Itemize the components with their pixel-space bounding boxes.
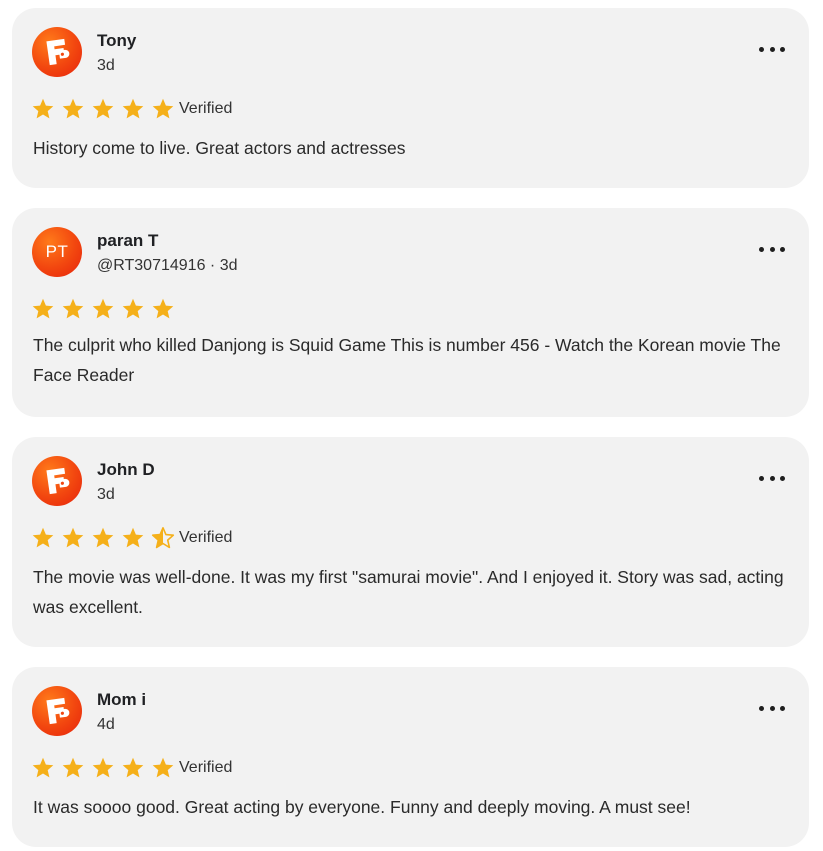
review-card: Tony 3d Verified History come to live. G…	[12, 8, 809, 188]
star-icon	[92, 98, 114, 119]
star-icon	[152, 757, 174, 778]
star-rating	[31, 297, 181, 321]
avatar-initials: PT	[45, 242, 69, 261]
review-date: 4d	[97, 716, 115, 733]
star-rating: Verified	[31, 756, 232, 780]
star-icon	[62, 527, 84, 548]
verified-label: Verified	[179, 529, 233, 546]
star-icon	[32, 98, 54, 119]
fandango-logo-icon	[46, 38, 70, 66]
more-options-icon[interactable]	[759, 473, 785, 483]
half-star-icon	[151, 527, 175, 549]
review-card: John D 3d Verified The movie was well-do…	[12, 437, 809, 647]
star-icon	[62, 98, 84, 119]
star-icon	[122, 527, 144, 548]
avatar[interactable]	[32, 456, 82, 506]
reviewer-name[interactable]: Tony	[97, 31, 136, 51]
more-options-icon[interactable]	[759, 44, 785, 54]
star-rating: Verified	[31, 97, 232, 121]
more-options-icon[interactable]	[759, 703, 785, 713]
review-card: Mom i 4d Verified It was soooo good. Gre…	[12, 667, 809, 847]
star-icon	[122, 298, 144, 319]
star-icon	[122, 757, 144, 778]
review-card: PT paran T @RT30714916 · 3d The culprit …	[12, 208, 809, 417]
star-icon	[32, 757, 54, 778]
avatar[interactable]	[32, 686, 82, 736]
star-icon	[32, 527, 54, 548]
star-icon	[62, 757, 84, 778]
avatar[interactable]: PT	[32, 227, 82, 277]
reviewer-name[interactable]: Mom i	[97, 690, 146, 710]
star-icon	[92, 298, 114, 319]
review-text: The movie was well-done. It was my first…	[33, 567, 784, 617]
review-text: History come to live. Great actors and a…	[33, 138, 406, 158]
review-handle-date: @RT30714916 · 3d	[97, 257, 238, 274]
verified-label: Verified	[179, 100, 233, 117]
star-icon	[62, 298, 84, 319]
star-icon	[122, 98, 144, 119]
star-rating: Verified	[31, 526, 232, 550]
star-icon	[92, 757, 114, 778]
review-date: 3d	[97, 486, 115, 503]
review-date: 3d	[97, 57, 115, 74]
fandango-logo-icon	[46, 467, 70, 495]
review-text: The culprit who killed Danjong is Squid …	[33, 335, 781, 385]
reviewer-name[interactable]: John D	[97, 460, 155, 480]
more-options-icon[interactable]	[759, 244, 785, 254]
review-text: It was soooo good. Great acting by every…	[33, 797, 691, 817]
star-icon	[152, 298, 174, 319]
reviewer-name[interactable]: paran T	[97, 231, 158, 251]
fandango-logo-icon	[46, 697, 70, 725]
verified-label: Verified	[179, 759, 233, 776]
review-list: Tony 3d Verified History come to live. G…	[0, 0, 823, 851]
star-icon	[152, 98, 174, 119]
star-icon	[32, 298, 54, 319]
star-icon	[92, 527, 114, 548]
avatar[interactable]	[32, 27, 82, 77]
